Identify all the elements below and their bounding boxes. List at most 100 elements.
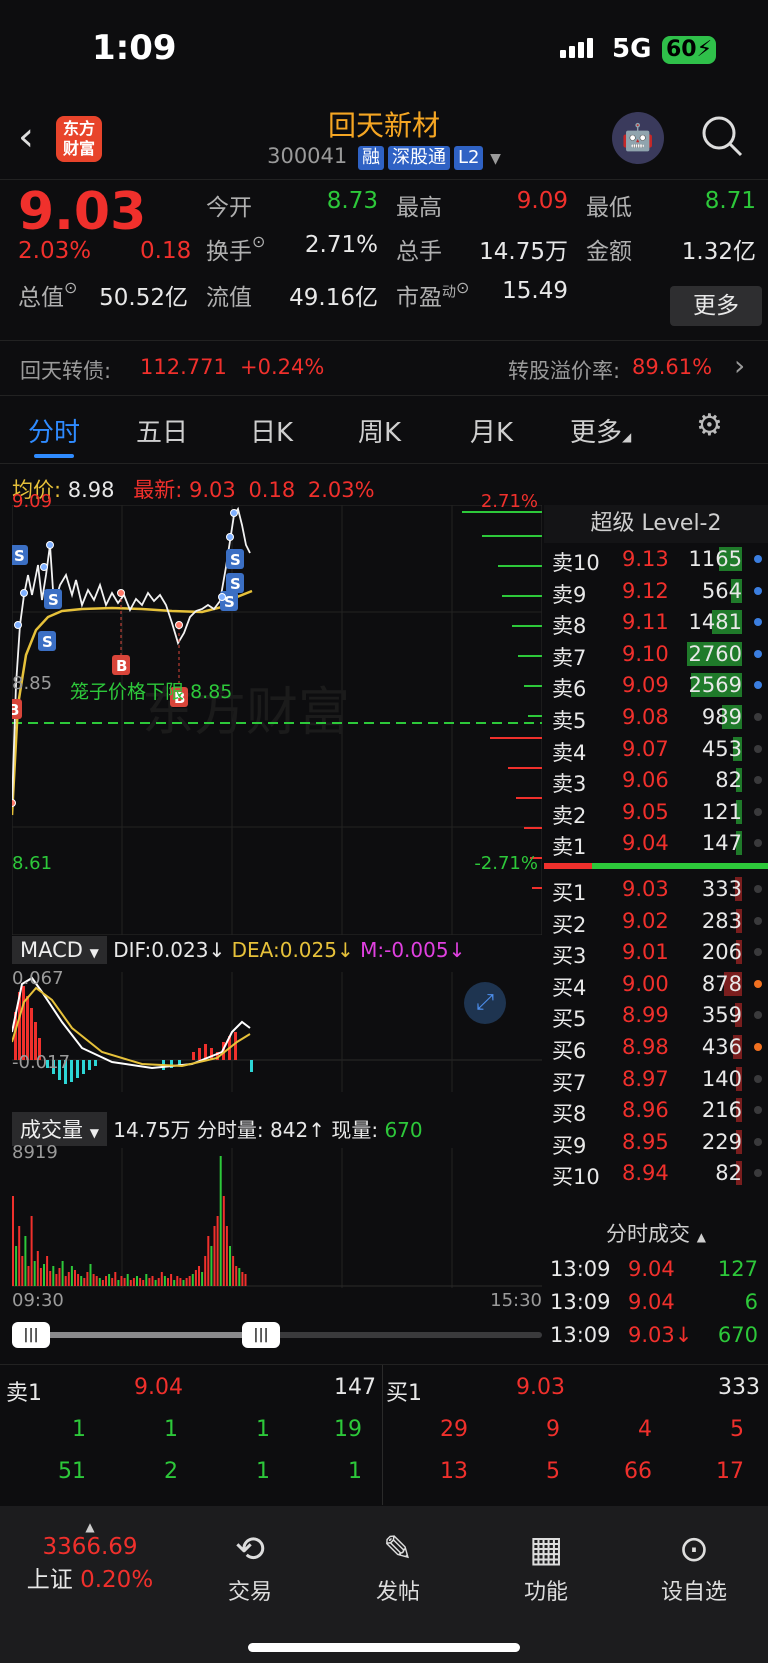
buy-level-label: 买1 <box>552 880 587 905</box>
volume-bar <box>241 1272 244 1286</box>
trade-time: 13:09 <box>550 1290 611 1314</box>
buy-row[interactable]: 买8 8.96 216 <box>544 1094 768 1126</box>
sell-level-label: 卖4 <box>552 740 587 765</box>
amount-label: 金额 <box>586 239 632 265</box>
status-dot <box>754 681 762 690</box>
volume-bar <box>114 1272 117 1286</box>
signal-icon <box>560 38 596 58</box>
index-ticker[interactable]: ▲ 3366.69 上证 0.20% <box>0 1520 180 1594</box>
sell-row[interactable]: 卖8 9.11 1481 <box>544 606 768 638</box>
buy-level-volume: 359 <box>701 1003 742 1028</box>
buy-row[interactable]: 买5 8.99 359 <box>544 999 768 1031</box>
sell-row[interactable]: 卖3 9.06 82 <box>544 764 768 796</box>
trade-row: 13:09 9.04 127 <box>544 1253 768 1286</box>
volume-bar <box>111 1278 114 1286</box>
grid-icon: ▦ <box>528 1529 563 1570</box>
nav-watchlist[interactable]: ⊙ 设自选 <box>634 1526 754 1606</box>
svg-text:B: B <box>12 701 19 719</box>
turnover-label[interactable]: 换手⊙ <box>206 232 265 266</box>
buy-row[interactable]: 买7 8.97 140 <box>544 1063 768 1095</box>
volume-bar <box>83 1278 86 1286</box>
sell-row[interactable]: 卖10 9.13 1165 <box>544 543 768 575</box>
time-scroller[interactable]: ||| ||| <box>12 1320 542 1350</box>
volume-bar <box>36 1251 39 1286</box>
buy-row[interactable]: 买10 8.94 82 <box>544 1157 768 1189</box>
volume-bar <box>108 1274 111 1286</box>
buy-row[interactable]: 买3 9.01 206 <box>544 936 768 968</box>
volume-bar <box>142 1280 145 1286</box>
sell-level-label: 卖10 <box>552 551 600 575</box>
gear-icon[interactable]: ⚙ <box>696 408 723 443</box>
svg-text:S: S <box>230 575 241 593</box>
macd-selector[interactable]: MACD ▼ <box>12 936 107 964</box>
convertible-bond-row[interactable]: 回天转债: 112.771 +0.24% 转股溢价率: 89.61% › <box>0 340 768 396</box>
info-icon: ⊙ <box>252 232 266 251</box>
battery-level: 60 <box>665 37 697 62</box>
buy-row[interactable]: 买2 9.02 283 <box>544 905 768 937</box>
scroll-handle-right[interactable]: ||| <box>242 1322 280 1348</box>
tab-more[interactable]: 更多◢ <box>570 412 631 449</box>
sell-row[interactable]: 卖5 9.08 989 <box>544 701 768 733</box>
sell-row[interactable]: 卖7 9.10 2760 <box>544 638 768 670</box>
sell-row[interactable]: 卖2 9.05 121 <box>544 796 768 828</box>
volume-bar <box>170 1274 173 1286</box>
tick-trades[interactable]: 分时成交 ▲ 13:09 9.04 127 13:09 9.04 6 13:09 9.03↓ 6… <box>544 1215 768 1352</box>
volume-bar <box>92 1274 95 1286</box>
nav-trade[interactable]: ⟲ 交易 <box>190 1526 310 1606</box>
sell-level-label: 卖8 <box>552 614 587 639</box>
bottom-nav: ▲ 3366.69 上证 0.20% ⟲ 交易 ✎ 发帖 ▦ 功能 ⊙ 设自选 <box>0 1506 768 1663</box>
avg-price-row: 均价: 8.98 最新: 9.03 0.18 2.03% <box>12 474 375 504</box>
buy-row[interactable]: 买1 9.03 333 <box>544 873 768 905</box>
nav-functions[interactable]: ▦ 功能 <box>486 1526 606 1606</box>
buy-level-volume: 878 <box>701 971 742 996</box>
sell-row[interactable]: 卖1 9.04 147 <box>544 827 768 859</box>
tab-intraday[interactable]: 分时 <box>28 412 80 449</box>
sell-row[interactable]: 卖6 9.09 2569 <box>544 669 768 701</box>
volume-bar <box>213 1226 216 1286</box>
tab-daily-k[interactable]: 日K <box>250 412 293 449</box>
tab-monthly-k[interactable]: 月K <box>470 412 513 449</box>
sell-row[interactable]: 卖4 9.07 453 <box>544 733 768 765</box>
buy-level-price: 9.00 <box>622 971 669 996</box>
sell-row[interactable]: 卖9 9.12 564 <box>544 575 768 607</box>
index-name: 上证 <box>26 1567 73 1593</box>
volume-bar <box>198 1266 200 1286</box>
trade-time: 13:09 <box>550 1323 611 1347</box>
total-value-label[interactable]: 总值⊙ <box>18 278 77 312</box>
volume-bar <box>101 1280 104 1286</box>
intraday-chart[interactable]: 东方财富 S S S S S S B B B 9.09 8.85 8.61 2.… <box>6 491 543 936</box>
volume-bar <box>126 1274 129 1286</box>
robot-assistant-icon[interactable]: 🤖 <box>612 112 664 164</box>
pe-label[interactable]: 市盈动⊙ <box>396 278 469 312</box>
float-value-label: 流值 <box>206 285 252 311</box>
scroll-handle-left[interactable]: ||| <box>12 1322 50 1348</box>
last-price: 9.03 <box>18 182 147 242</box>
sell-level-volume: 82 <box>715 768 742 793</box>
buy-level-label: 买2 <box>552 912 587 937</box>
buy-sell-ratio-bar <box>544 862 768 869</box>
search-icon[interactable] <box>700 114 744 168</box>
nav-post[interactable]: ✎ 发帖 <box>338 1526 458 1606</box>
volume-selector[interactable]: 成交量 ▼ <box>12 1112 107 1146</box>
amount-value: 1.32亿 <box>681 239 756 265</box>
volume-bar <box>232 1256 235 1286</box>
volume-value: 14.75万 <box>479 239 568 265</box>
status-dot <box>754 1074 762 1083</box>
tab-five-day[interactable]: 五日 <box>136 412 188 449</box>
volume-chart[interactable]: 8919 09:30 15:30 <box>12 1142 542 1311</box>
buy-row[interactable]: 买9 8.95 229 <box>544 1126 768 1158</box>
more-button[interactable]: 更多 <box>670 286 762 326</box>
trades-title[interactable]: 分时成交 ▲ <box>544 1215 768 1253</box>
macd-chart[interactable]: 0.067 -0.017 ⤢ <box>11 968 542 1092</box>
expand-icon[interactable]: ⤢ <box>464 982 506 1024</box>
buy-row[interactable]: 买6 8.98 436 <box>544 1031 768 1063</box>
buy-row[interactable]: 买4 9.00 878 <box>544 968 768 1000</box>
svg-text:B: B <box>116 657 127 675</box>
tab-weekly-k[interactable]: 周K <box>358 412 401 449</box>
level2-orderbook[interactable]: 超级 Level-2 卖10 9.13 1165 卖9 9.12 564 卖8 9.11 148… <box>544 505 768 1189</box>
status-dot <box>754 744 762 753</box>
status-dot <box>754 776 762 785</box>
sell1-label: 卖1 <box>6 1381 42 1406</box>
sell-level-price: 9.12 <box>622 578 669 603</box>
bottom-orderbook[interactable]: 卖1 9.04 147 买1 9.03 333 1 1 1 19 51 2 1 1 29 9 4 5 1… <box>0 1364 768 1505</box>
